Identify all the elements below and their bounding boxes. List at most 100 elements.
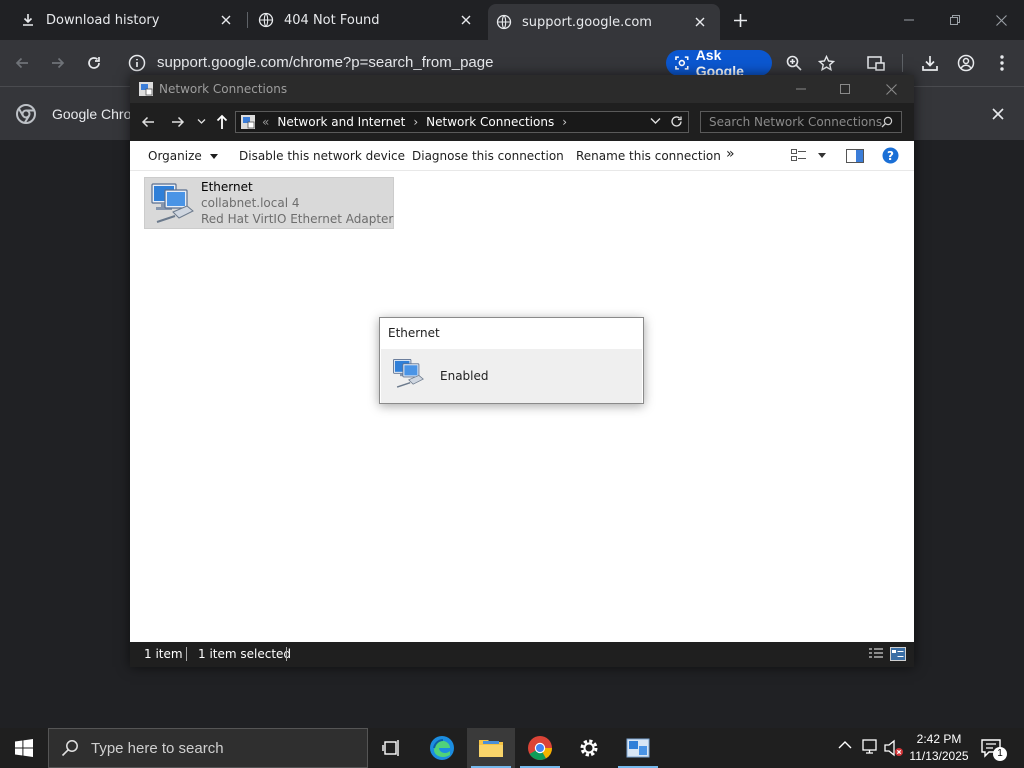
details-view-button[interactable] [868,647,884,661]
chevron-down-icon [197,119,206,124]
explorer-minimize-button[interactable] [778,75,824,103]
search-icon [881,116,893,128]
folder-icon [479,740,503,757]
downloads-button[interactable] [916,49,944,77]
disable-network-device-button[interactable]: Disable this network device [239,149,405,163]
help-button[interactable]: ? [882,147,899,164]
tab-support-google[interactable]: support.google.com [488,4,720,40]
change-view-button[interactable] [791,149,807,163]
taskbar-search-input[interactable]: Type here to search [48,728,368,768]
address-bar-url[interactable]: support.google.com/chrome?p=search_from_… [157,54,493,71]
taskbar-control-panel[interactable] [614,728,662,768]
back-button[interactable] [8,49,36,77]
help-icon: ? [882,147,899,164]
ethernet-connection-item[interactable]: Ethernet collabnet.local 4 Red Hat VirtI… [144,177,394,229]
breadcrumb-network-connections[interactable]: Network Connections [426,115,554,129]
forward-button[interactable] [44,49,72,77]
restore-button[interactable] [932,0,978,40]
more-vert-icon [1000,55,1004,71]
breadcrumb-separator-icon[interactable]: › [562,115,567,129]
address-dropdown-button[interactable] [650,117,661,125]
explorer-close-button[interactable] [868,75,914,103]
media-panel-icon [867,56,885,71]
volume-muted-icon[interactable] [884,739,904,757]
preview-pane-button[interactable] [846,149,864,163]
zoom-in-icon [786,55,802,71]
taskbar-search-placeholder: Type here to search [91,739,224,757]
menu-button[interactable] [988,49,1016,77]
recent-locations-button[interactable] [197,118,206,125]
clock-time: 2:42 PM [916,732,962,746]
tab-download-history[interactable]: Download history [0,0,246,40]
organize-label: Organize [148,149,202,163]
explorer-maximize-button[interactable] [822,75,868,103]
close-tab-icon[interactable] [456,10,476,30]
rename-connection-button[interactable]: Rename this connection [576,149,721,163]
task-view-button[interactable] [368,728,416,768]
tooltip-body: Enabled [381,349,642,403]
taskbar-edge[interactable] [418,728,466,768]
breadcrumb-network-and-internet[interactable]: Network and Internet [277,115,405,129]
chrome-logo-icon [16,104,36,124]
diagnose-connection-button[interactable]: Diagnose this connection [412,149,564,163]
lens-icon [675,56,689,70]
preview-pane-icon [846,149,864,163]
network-connections-icon [241,115,255,129]
chevron-down-icon [650,118,661,124]
maximize-icon [840,84,850,94]
site-info-icon[interactable] [128,54,146,72]
file-list-area[interactable]: Ethernet collabnet.local 4 Red Hat VirtI… [130,171,914,642]
arrow-right-icon [172,116,185,128]
show-hidden-icons-button[interactable] [838,740,852,750]
zoom-button[interactable] [780,49,808,77]
explorer-search-input[interactable]: Search Network Connections [700,111,902,133]
details-view-icon [869,648,883,658]
item-count: 1 item [144,647,183,661]
windows-taskbar: Type here to search 2:42 PM 11/13/2025 1 [0,728,1024,768]
taskbar-file-explorer[interactable] [467,728,515,768]
up-button[interactable] [214,113,230,130]
address-bar[interactable]: « Network and Internet › Network Connect… [235,111,689,133]
explorer-command-bar: Organize Disable this network device Dia… [130,141,914,171]
tooltip-title: Ethernet [388,326,440,340]
taskbar-chrome[interactable] [516,728,564,768]
arrow-right-icon [52,57,65,69]
ask-google-button[interactable]: Ask Google [666,47,772,79]
explorer-forward-button[interactable] [170,114,186,130]
start-button[interactable] [0,728,48,768]
breadcrumb-overflow-icon[interactable]: « [262,115,269,129]
infobar-close-button[interactable] [988,104,1008,124]
browser-tab-strip: Download history 404 Not Found support.g… [0,0,1024,40]
breadcrumb-separator-icon[interactable]: › [413,115,418,129]
tiles-view-button[interactable] [890,647,906,661]
connection-status: Enabled [440,369,489,383]
close-window-button[interactable] [978,0,1024,40]
clock-date: 11/13/2025 [909,749,969,763]
organize-menu-button[interactable]: Organize [148,149,218,163]
action-center-button[interactable]: 1 [980,737,1012,761]
close-tab-icon[interactable] [690,12,710,32]
view-options-dropdown[interactable] [818,153,826,158]
globe-icon [496,14,512,30]
connection-name: Ethernet [201,180,253,194]
selected-count: 1 item selected [198,647,292,661]
account-icon [957,54,975,72]
download-icon [20,12,36,28]
taskbar-settings[interactable] [565,728,613,768]
more-commands-button[interactable]: » [726,146,735,162]
explorer-back-button[interactable] [140,114,156,130]
side-panel-button[interactable] [862,49,890,77]
minimize-button[interactable] [886,0,932,40]
reload-button[interactable] [80,49,108,77]
close-tab-icon[interactable] [216,10,236,30]
caret-down-icon [209,154,218,159]
tab-404-not-found[interactable]: 404 Not Found [238,0,486,40]
profile-button[interactable] [952,49,980,77]
network-tray-icon[interactable] [862,739,880,755]
taskbar-clock[interactable]: 2:42 PM 11/13/2025 [904,731,974,765]
refresh-button[interactable] [670,115,683,128]
bookmark-button[interactable] [812,49,840,77]
svg-text:?: ? [887,149,894,163]
caret-down-icon [818,153,826,158]
new-tab-button[interactable] [728,8,752,32]
